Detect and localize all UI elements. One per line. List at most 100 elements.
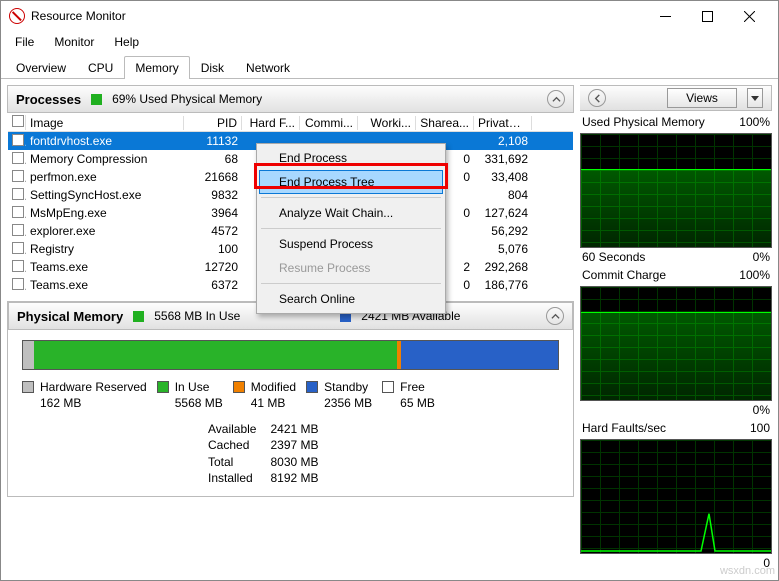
cell-pid: 68	[184, 152, 242, 166]
graph-max: 100%	[739, 268, 770, 282]
cell-pid: 12720	[184, 260, 242, 274]
ctx-end-process[interactable]: End Process	[259, 146, 443, 170]
cell-private: 331,692	[474, 152, 532, 166]
cell-pid: 4572	[184, 224, 242, 238]
cell-private: 127,624	[474, 206, 532, 220]
legend-name: Modified	[251, 380, 296, 396]
collapse-icon[interactable]	[546, 307, 564, 325]
row-checkbox[interactable]	[12, 152, 24, 164]
separator	[261, 197, 441, 198]
ctx-end-process-tree[interactable]: End Process Tree	[259, 170, 443, 194]
title-bar: Resource Monitor	[1, 1, 778, 31]
cell-private: 186,776	[474, 278, 532, 292]
graph: Hard Faults/sec1000	[580, 421, 772, 574]
col-shareable[interactable]: Sharea...	[416, 116, 474, 130]
cell-private: 292,268	[474, 260, 532, 274]
col-working[interactable]: Worki...	[358, 116, 416, 130]
row-checkbox[interactable]	[12, 224, 24, 236]
row-checkbox[interactable]	[12, 170, 24, 182]
row-checkbox[interactable]	[12, 188, 24, 200]
app-icon	[9, 8, 25, 24]
legend-item: In Use5568 MB	[157, 380, 223, 411]
processes-header[interactable]: Processes 69% Used Physical Memory	[7, 85, 574, 113]
row-checkbox[interactable]	[12, 278, 24, 290]
col-commit[interactable]: Commi...	[300, 116, 358, 130]
processes-title: Processes	[16, 92, 81, 107]
cell-image: Teams.exe	[26, 278, 184, 292]
menu-file[interactable]: File	[7, 33, 42, 51]
legend-swatch	[157, 381, 169, 393]
cell-pid: 9832	[184, 188, 242, 202]
cell-private: 2,108	[474, 134, 532, 148]
memory-legend: Hardware Reserved162 MB In Use5568 MB Modi…	[8, 380, 573, 419]
cell-pid: 21668	[184, 170, 242, 184]
row-checkbox[interactable]	[12, 242, 24, 254]
legend-swatch	[22, 381, 34, 393]
legend-item: Hardware Reserved162 MB	[22, 380, 147, 411]
col-hardfaults[interactable]: Hard F...	[242, 116, 300, 130]
legend-swatch	[233, 381, 245, 393]
row-checkbox[interactable]	[12, 260, 24, 272]
legend-name: Free	[400, 380, 435, 396]
cell-image: explorer.exe	[26, 224, 184, 238]
minimize-button[interactable]	[644, 2, 686, 30]
graph: Commit Charge100%0%	[580, 268, 772, 421]
stat-value: 2421 MB	[270, 421, 318, 437]
stat-label: Installed	[208, 470, 256, 486]
ctx-analyze-wait-chain[interactable]: Analyze Wait Chain...	[259, 201, 443, 225]
memory-bar	[22, 340, 559, 370]
stat-label: Available	[208, 421, 256, 437]
stat-value: 8192 MB	[270, 470, 318, 486]
legend-value: 41 MB	[251, 396, 296, 412]
tab-overview[interactable]: Overview	[5, 56, 77, 79]
graph-title: Hard Faults/sec	[582, 421, 666, 435]
cell-pid: 100	[184, 242, 242, 256]
separator	[261, 228, 441, 229]
menu-bar: File Monitor Help	[1, 31, 778, 53]
legend-name: Hardware Reserved	[40, 380, 147, 396]
collapse-icon[interactable]	[547, 90, 565, 108]
col-image[interactable]: Image	[26, 116, 184, 130]
graph-title: Commit Charge	[582, 268, 666, 282]
window-title: Resource Monitor	[31, 9, 644, 23]
ctx-search-online[interactable]: Search Online	[259, 287, 443, 311]
row-checkbox[interactable]	[12, 206, 24, 218]
stat-value: 2397 MB	[270, 437, 318, 453]
cell-private: 804	[474, 188, 532, 202]
maximize-button[interactable]	[686, 2, 728, 30]
legend-item: Standby2356 MB	[306, 380, 372, 411]
tab-cpu[interactable]: CPU	[77, 56, 124, 79]
cell-image: Registry	[26, 242, 184, 256]
select-all-checkbox[interactable]	[12, 115, 24, 127]
stat-label: Total	[208, 454, 256, 470]
legend-swatch	[306, 381, 318, 393]
tab-disk[interactable]: Disk	[190, 56, 235, 79]
tab-memory[interactable]: Memory	[124, 56, 189, 79]
expand-icon[interactable]	[588, 89, 606, 107]
cell-pid: 11132	[184, 134, 242, 148]
cell-pid: 6372	[184, 278, 242, 292]
row-checkbox[interactable]	[12, 134, 24, 146]
stat-label: Cached	[208, 437, 256, 453]
views-button[interactable]: Views	[667, 88, 737, 108]
graph-max: 100	[750, 421, 770, 435]
cell-image: fontdrvhost.exe	[26, 134, 184, 148]
cell-image: MsMpEng.exe	[26, 206, 184, 220]
menu-monitor[interactable]: Monitor	[46, 33, 102, 51]
graph-max: 100%	[739, 115, 770, 129]
tab-bar: Overview CPU Memory Disk Network	[1, 53, 778, 79]
views-dropdown[interactable]	[747, 88, 763, 108]
cell-image: Memory Compression	[26, 152, 184, 166]
close-button[interactable]	[728, 2, 770, 30]
legend-swatch	[382, 381, 394, 393]
cell-image: perfmon.exe	[26, 170, 184, 184]
graph-footer-right: 0%	[753, 250, 770, 264]
menu-help[interactable]: Help	[106, 33, 147, 51]
col-private[interactable]: Private ...	[474, 116, 532, 130]
legend-item: Modified41 MB	[233, 380, 296, 411]
ctx-suspend-process[interactable]: Suspend Process	[259, 232, 443, 256]
legend-value: 162 MB	[40, 396, 147, 412]
tab-network[interactable]: Network	[235, 56, 301, 79]
context-menu: End Process End Process Tree Analyze Wai…	[256, 143, 446, 314]
col-pid[interactable]: PID	[184, 116, 242, 130]
